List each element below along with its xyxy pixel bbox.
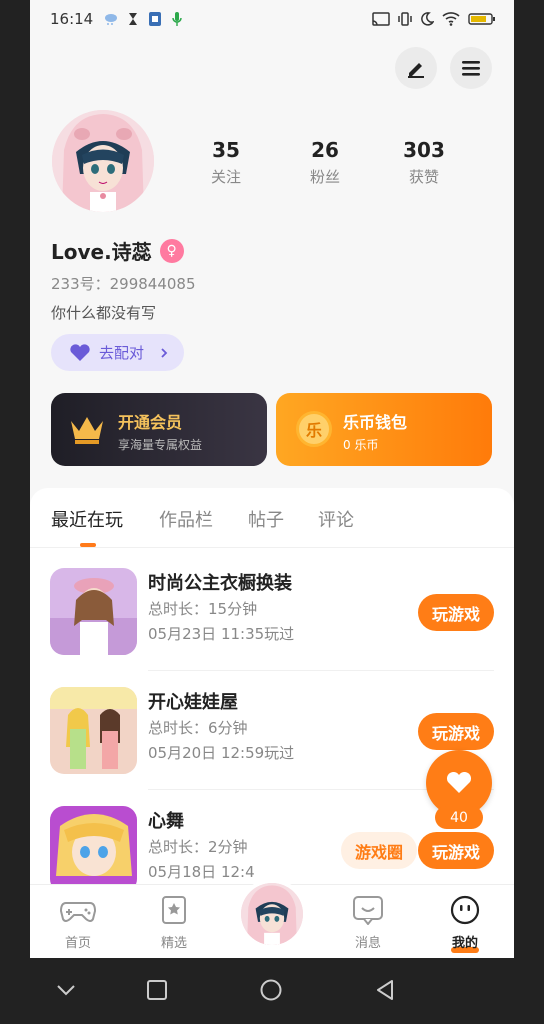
nav-featured-label: 精选 (160, 936, 187, 951)
nav-mine-label: 我的 (451, 936, 478, 951)
stat-following-label: 关注 (210, 168, 241, 186)
play-game-button[interactable]: 玩游戏 (418, 713, 494, 750)
tab-posts[interactable]: 帖子 (248, 506, 284, 532)
game-thumbnail (50, 568, 137, 655)
game-title: 时尚公主衣橱换装 (148, 573, 292, 594)
chevron-right-icon (161, 347, 168, 358)
face-icon (450, 895, 480, 925)
nav-messages-label: 消息 (354, 936, 381, 951)
tab-indicator (80, 543, 96, 547)
weather-icon (105, 14, 118, 25)
cast-icon (372, 12, 390, 26)
nav-mine[interactable]: 我的 (430, 895, 500, 953)
status-bar: 16:14 (30, 0, 514, 38)
username: Love.诗蕊 (51, 240, 152, 264)
heart-icon (446, 772, 472, 793)
wallet-title: 乐币钱包 (343, 413, 408, 432)
stat-following-count: 35 (212, 138, 240, 162)
nav-home[interactable]: 首页 (43, 895, 113, 951)
recent-apps-icon[interactable] (145, 978, 169, 1002)
game-circle-button[interactable]: 游戏圈 (341, 832, 417, 869)
stat-likes-count: 303 (403, 138, 445, 162)
avatar (241, 883, 303, 945)
menu-button[interactable] (450, 47, 492, 89)
microphone-icon (172, 12, 182, 26)
status-right-icons (372, 12, 496, 26)
game-title: 开心娃娃屋 (148, 692, 238, 713)
wifi-icon (442, 12, 460, 26)
tab-comments[interactable]: 评论 (318, 506, 354, 532)
nav-messages[interactable]: 消息 (333, 895, 403, 951)
vip-card[interactable]: 开通会员 享海量专属权益 (51, 393, 267, 466)
game-duration: 总时长：2分钟 (148, 838, 248, 856)
shield-app-icon (149, 12, 162, 26)
stat-likes[interactable]: 303 获赞 (384, 138, 464, 187)
phone: 16:14 35 关注 26 粉丝 303 获赞 Love.诗蕊 ♀ 233号：… (0, 0, 544, 1024)
system-nav-bar (0, 958, 544, 1024)
back-triangle-icon[interactable] (373, 978, 397, 1002)
user-bio: 你什么都没有写 (51, 304, 157, 322)
star-bookmark-icon (162, 896, 186, 924)
stat-fans[interactable]: 26 粉丝 (285, 138, 365, 187)
game-item[interactable]: 时尚公主衣橱换装 总时长：15分钟 05月23日 11:35玩过 玩游戏 (30, 552, 514, 671)
status-time: 16:14 (50, 10, 94, 28)
nav-featured[interactable]: 精选 (139, 895, 209, 951)
coin-icon: 乐 (296, 411, 332, 447)
heart-icon (70, 343, 90, 361)
chevron-down-icon[interactable] (54, 978, 78, 1002)
stat-fans-count: 26 (311, 138, 339, 162)
tab-recent[interactable]: 最近在玩 (51, 506, 123, 532)
moon-icon (421, 12, 434, 26)
game-thumbnail (50, 687, 137, 774)
wallet-card[interactable]: 乐 乐币钱包 0 乐币 (276, 393, 492, 466)
match-label: 去配对 (99, 344, 145, 362)
female-gender-icon: ♀ (159, 238, 184, 263)
vibrate-icon (398, 12, 412, 26)
wallet-balance: 0 乐币 (343, 438, 379, 452)
nav-home-label: 首页 (64, 936, 91, 951)
game-duration: 总时长：15分钟 (148, 600, 258, 618)
hourglass-icon (129, 13, 138, 25)
avatar[interactable] (52, 110, 154, 212)
game-thumbnail (50, 806, 137, 893)
home-circle-icon[interactable] (259, 978, 283, 1002)
game-last-played: 05月20日 12:59玩过 (148, 744, 295, 762)
app-screen: 16:14 35 关注 26 粉丝 303 获赞 Love.诗蕊 ♀ 233号：… (30, 0, 514, 958)
like-count-badge: 40 (435, 806, 483, 829)
game-title: 心舞 (148, 811, 184, 832)
chat-bubble-icon (353, 896, 383, 926)
crown-icon (71, 417, 103, 444)
nav-center-avatar[interactable] (237, 879, 307, 949)
play-game-button[interactable]: 玩游戏 (418, 594, 494, 631)
avatar-illustration (52, 110, 154, 212)
tab-works[interactable]: 作品栏 (159, 506, 213, 532)
gamepad-icon (59, 902, 97, 922)
menu-icon (462, 61, 480, 76)
game-last-played: 05月18日 12:4 (148, 863, 255, 881)
stat-fans-label: 粉丝 (309, 168, 340, 186)
stat-following[interactable]: 35 关注 (186, 138, 266, 187)
user-id: 233号：299844085 (51, 275, 196, 293)
stat-likes-label: 获赞 (408, 168, 439, 186)
play-game-button[interactable]: 玩游戏 (418, 832, 494, 869)
battery-icon (468, 13, 495, 25)
game-duration: 总时长：6分钟 (148, 719, 248, 737)
vip-subtitle: 享海量专属权益 (118, 438, 203, 452)
game-last-played: 05月23日 11:35玩过 (148, 625, 295, 643)
pen-icon (408, 63, 424, 78)
tab-bar: 最近在玩 作品栏 帖子 评论 (30, 488, 514, 548)
vip-title: 开通会员 (118, 413, 183, 432)
username-row: Love.诗蕊 ♀ (51, 236, 184, 265)
edit-button[interactable] (395, 47, 437, 89)
match-button[interactable]: 去配对 (51, 334, 184, 371)
bottom-nav: 首页 精选 消息 我的 (30, 879, 514, 958)
